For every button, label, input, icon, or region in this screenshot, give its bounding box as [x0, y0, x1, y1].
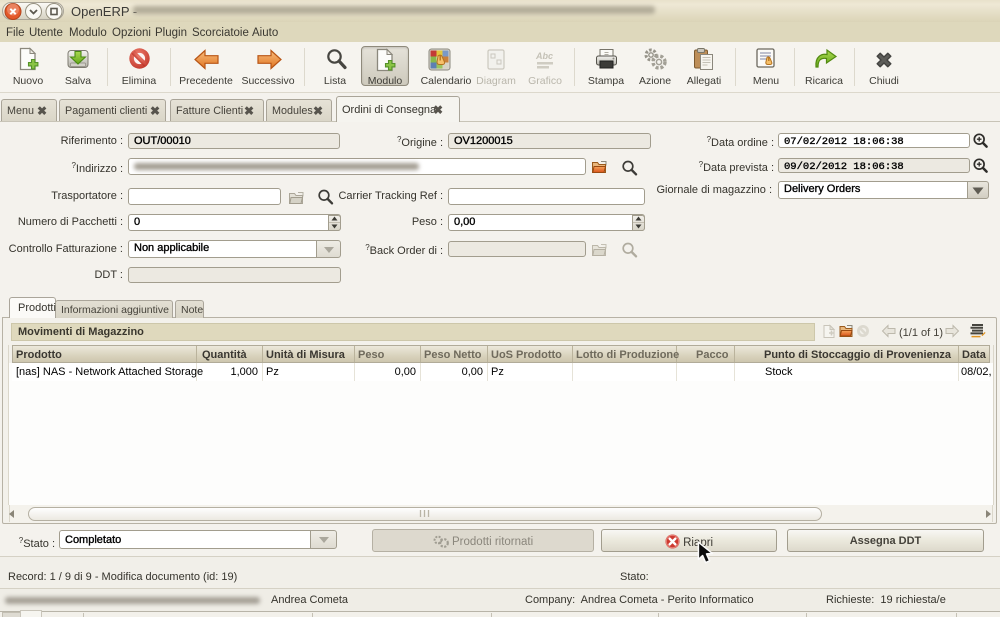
- svg-text:Abc: Abc: [535, 51, 553, 61]
